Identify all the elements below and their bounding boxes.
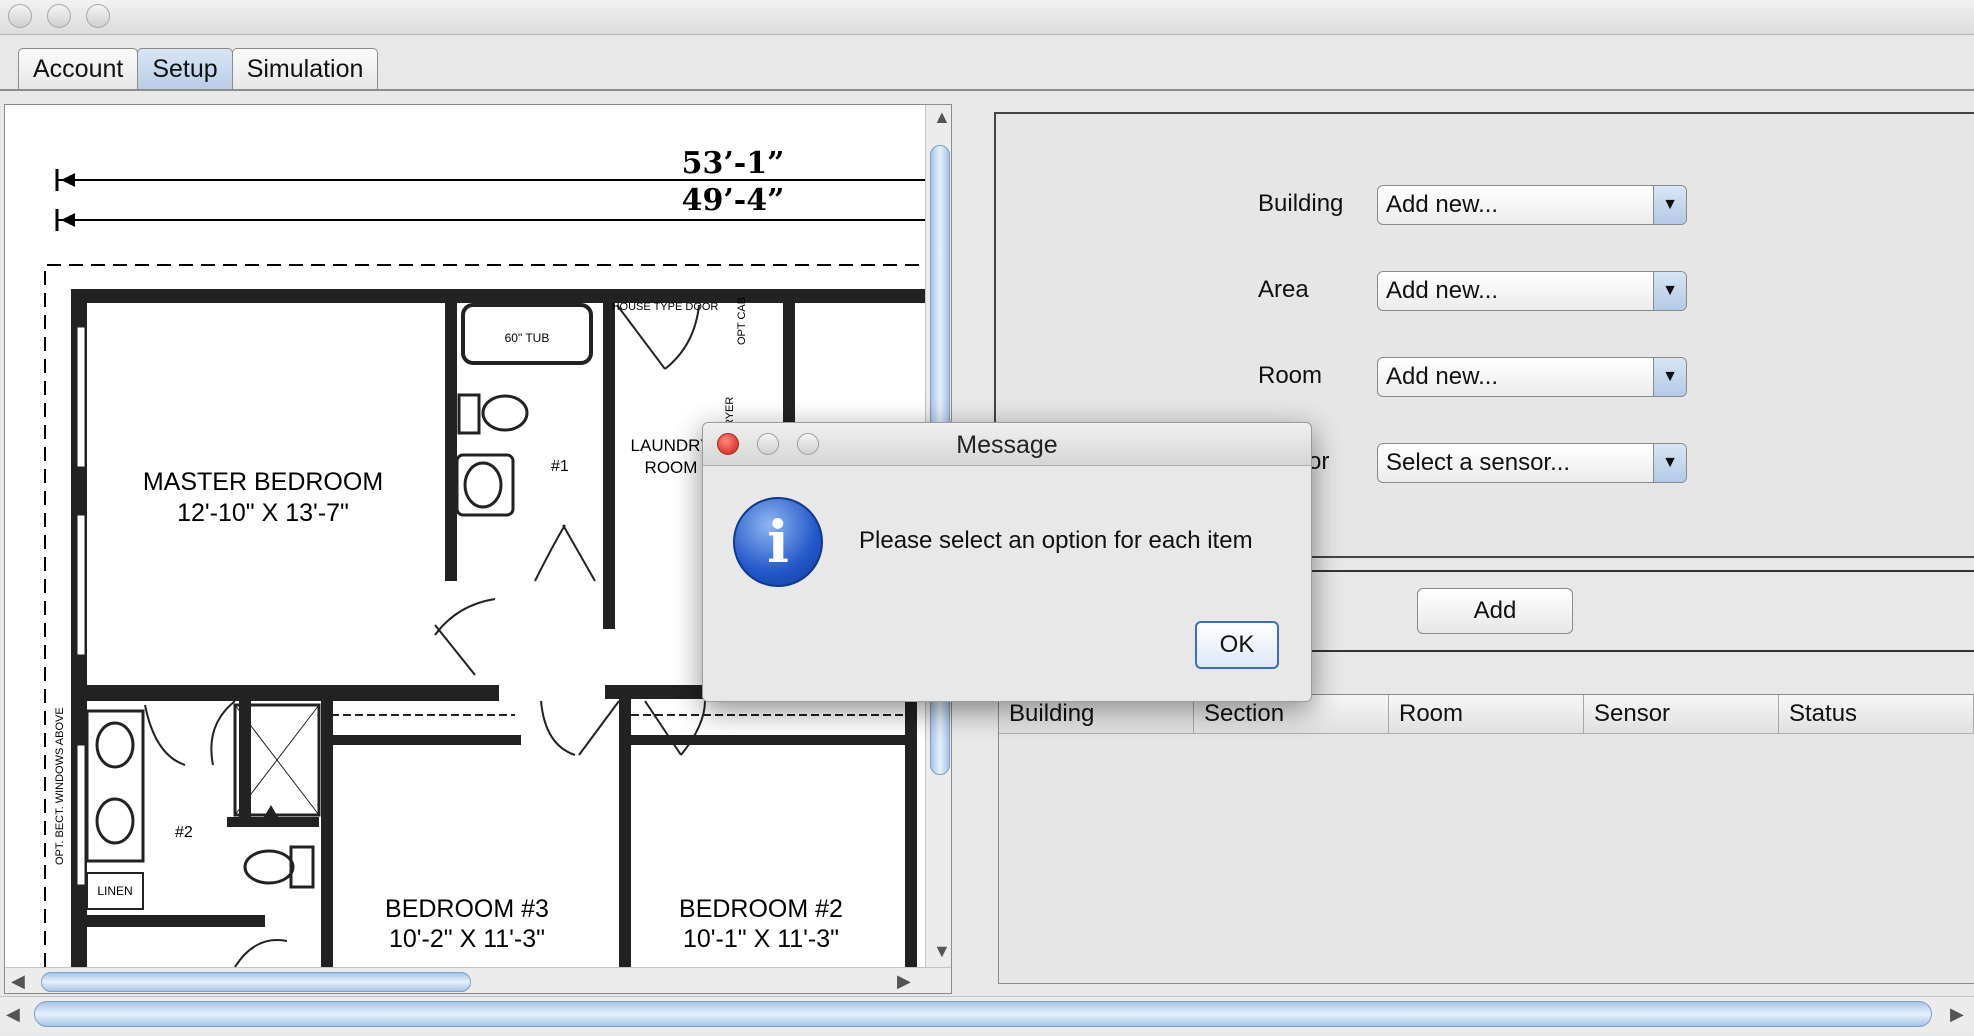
horizontal-scrollbar[interactable]: ◀ ▶ bbox=[5, 967, 951, 993]
tab-setup[interactable]: Setup bbox=[137, 48, 233, 90]
window-horizontal-scrollbar[interactable]: ◀ ▶ bbox=[0, 996, 1974, 1033]
tab-simulation[interactable]: Simulation bbox=[231, 48, 379, 90]
message-dialog: Message i Please select an option for ea… bbox=[702, 422, 1312, 702]
dialog-titlebar: Message bbox=[703, 423, 1311, 466]
building-label: Building bbox=[1258, 190, 1344, 217]
windows-note: OPT. BECT. WINDOWS ABOVE bbox=[54, 707, 66, 865]
laundry-label-line2: ROOM bbox=[645, 458, 698, 477]
bedroom3-label: BEDROOM #3 bbox=[385, 895, 549, 923]
bath2-label: #2 bbox=[175, 824, 193, 841]
separator-line bbox=[1300, 570, 1974, 572]
arrow-left-icon[interactable]: ◀ bbox=[11, 971, 25, 992]
area-value: Add new... bbox=[1386, 277, 1499, 304]
dialog-message: Please select an option for each item bbox=[859, 527, 1253, 554]
tab-bar: Account Setup Simulation bbox=[18, 48, 379, 90]
sensor-value: Select a sensor... bbox=[1386, 449, 1571, 476]
zoom-window-button[interactable] bbox=[86, 4, 110, 28]
master-bedroom-label: MASTER BEDROOM bbox=[143, 468, 383, 496]
tab-divider bbox=[0, 89, 1974, 91]
info-icon: i bbox=[733, 497, 823, 587]
dialog-title: Message bbox=[956, 431, 1058, 459]
arrow-right-icon[interactable]: ▶ bbox=[1950, 1004, 1964, 1025]
room-label: Room bbox=[1258, 362, 1323, 389]
sensor-table[interactable]: Building Section Room Sensor Status bbox=[998, 694, 1974, 984]
bath1-label: #1 bbox=[551, 458, 569, 475]
ok-button[interactable]: OK bbox=[1195, 621, 1279, 669]
arrow-right-icon[interactable]: ▶ bbox=[897, 971, 911, 992]
tub-label: 60" TUB bbox=[505, 331, 550, 345]
arrow-left-icon[interactable]: ◀ bbox=[6, 1004, 20, 1025]
sensor-combo[interactable]: Select a sensor... ▼ bbox=[1377, 443, 1687, 483]
minimize-window-button[interactable] bbox=[47, 4, 71, 28]
horizontal-scroll-thumb[interactable] bbox=[41, 972, 471, 992]
arrow-down-icon[interactable]: ▼ bbox=[933, 941, 951, 962]
linen-label: LINEN bbox=[97, 884, 132, 898]
building-combo[interactable]: Add new... ▼ bbox=[1377, 185, 1687, 225]
arrow-up-icon[interactable]: ▲ bbox=[933, 107, 951, 128]
window-scroll-thumb[interactable] bbox=[34, 1001, 1932, 1027]
area-label: Area bbox=[1258, 276, 1309, 303]
column-header-sensor[interactable]: Sensor bbox=[1584, 695, 1779, 733]
chevron-down-icon[interactable]: ▼ bbox=[1653, 186, 1686, 224]
tab-account[interactable]: Account bbox=[18, 48, 139, 90]
room-combo[interactable]: Add new... ▼ bbox=[1377, 357, 1687, 397]
cabinet-label: OPT CAB bbox=[736, 297, 748, 345]
dimension-inner: 49’-4” bbox=[682, 183, 785, 218]
add-button[interactable]: Add bbox=[1417, 588, 1573, 634]
close-window-button[interactable] bbox=[8, 4, 32, 28]
chevron-down-icon[interactable]: ▼ bbox=[1653, 272, 1686, 310]
chevron-down-icon[interactable]: ▼ bbox=[1653, 358, 1686, 396]
column-header-status[interactable]: Status bbox=[1779, 695, 1974, 733]
column-header-room[interactable]: Room bbox=[1389, 695, 1584, 733]
bedroom2-label: BEDROOM #2 bbox=[679, 895, 843, 923]
door-note: HOUSE TYPE DOOR bbox=[612, 301, 719, 313]
master-bedroom-size: 12'-10" X 13'-7" bbox=[177, 499, 349, 527]
window-titlebar bbox=[0, 0, 1974, 35]
separator-line bbox=[1300, 650, 1974, 652]
area-combo[interactable]: Add new... ▼ bbox=[1377, 271, 1687, 311]
bedroom3-size: 10'-2" X 11'-3" bbox=[389, 925, 545, 953]
bedroom2-size: 10'-1" X 11'-3" bbox=[683, 925, 839, 953]
building-value: Add new... bbox=[1386, 191, 1499, 218]
laundry-label: LAUNDRY bbox=[631, 436, 712, 455]
room-value: Add new... bbox=[1386, 363, 1499, 390]
chevron-down-icon[interactable]: ▼ bbox=[1653, 444, 1686, 482]
dimension-outer: 53’-1” bbox=[682, 146, 785, 181]
